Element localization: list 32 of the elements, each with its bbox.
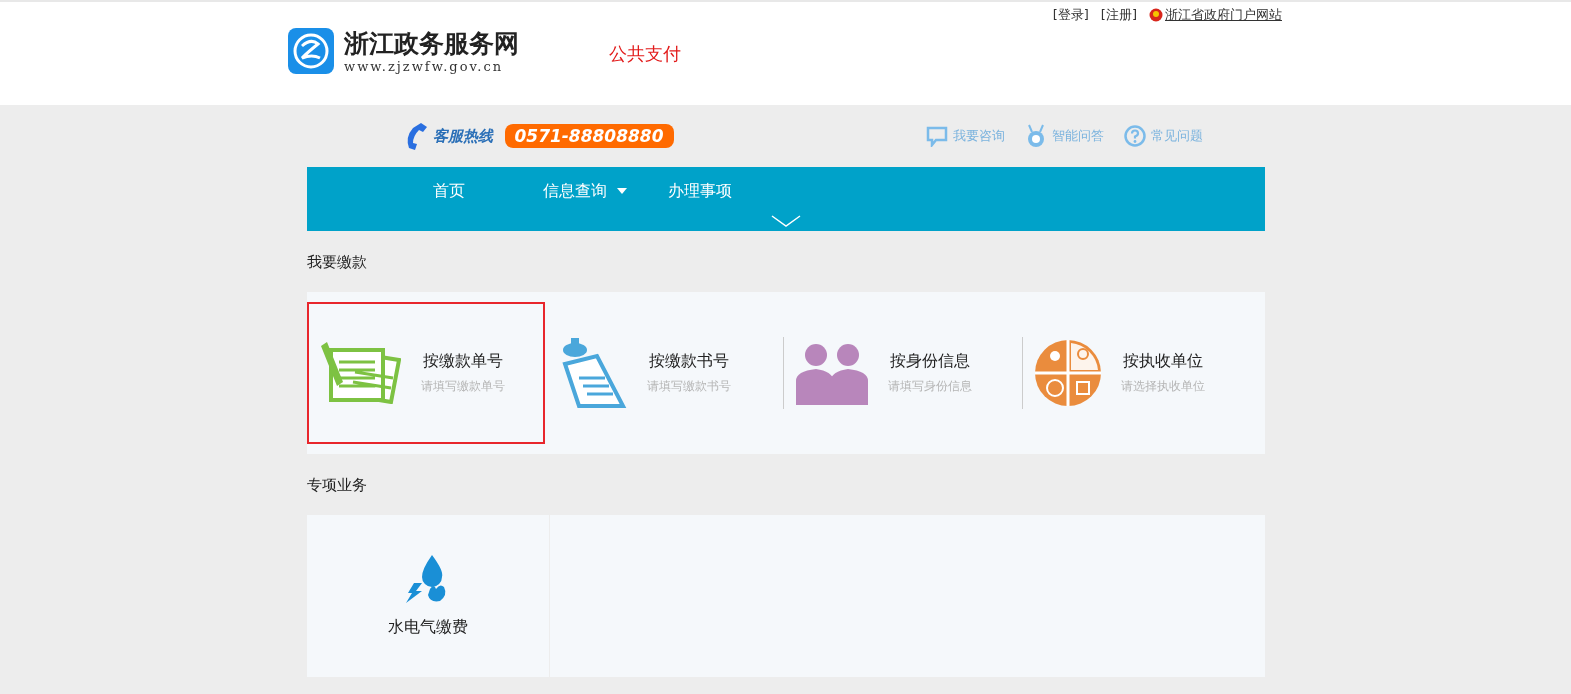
hotline-label: 客服热线 [432,126,493,146]
payment-option[interactable]: 按身份信息 请填写身份信息 [783,302,1022,444]
header-link[interactable]: [登录] [1052,6,1089,24]
section-heading: 专项业务 [306,475,368,496]
help-icon [1123,125,1146,147]
option-title: 按缴款书号 [648,351,729,372]
section-title: 公共支付 [609,42,681,66]
option-title: 按缴款单号 [422,351,503,372]
quadrant-icon [1034,340,1101,406]
site-title: 浙江政务服务网 [344,28,519,59]
service-card[interactable]: 水电气缴费 [306,515,549,677]
site-url: www.zjzwfw.gov.cn [344,58,505,74]
chevron-down-icon[interactable] [770,215,801,227]
people-icon [795,341,868,405]
pencil-paper-icon [318,342,401,404]
option-hint: 请填写缴款书号 [646,378,731,395]
payment-option[interactable]: 按缴款书号 请填写缴款书号 [544,302,783,444]
option-hint: 请填写缴款单号 [420,378,505,395]
option-hint: 请选择执收单位 [1120,378,1205,395]
option-title: 按执收单位 [1122,351,1203,372]
section-heading: 我要缴款 [306,252,368,273]
payment-option[interactable]: 按缴款单号 请填写缴款单号 [306,302,545,444]
option-title: 按身份信息 [889,351,970,372]
caret-icon [616,188,627,194]
option-hint: 请填写身份信息 [887,378,972,395]
chat-icon [925,125,948,147]
logo-icon [288,28,334,74]
emblem-icon [1149,8,1163,22]
hotline-number: 0571-88808880 [504,124,674,148]
payment-option[interactable]: 按执收单位 请选择执收单位 [1022,302,1261,444]
portal-link[interactable]: 浙江省政府门户网站 [1165,6,1282,24]
header-link[interactable]: [注册] [1100,6,1137,24]
